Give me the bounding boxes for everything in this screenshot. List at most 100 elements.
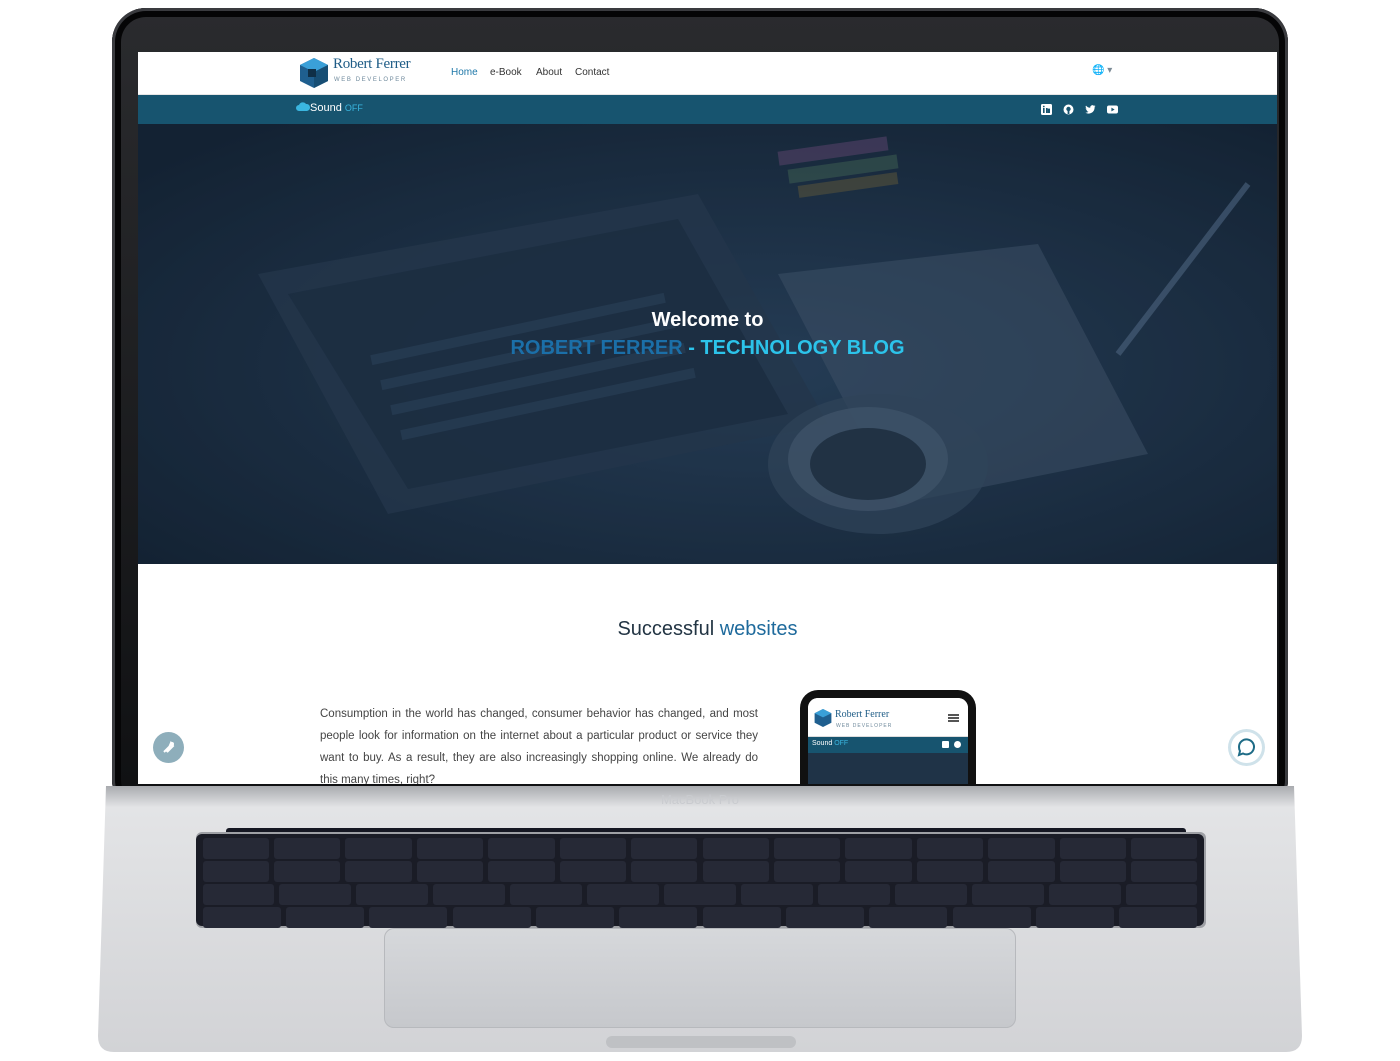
keyboard <box>196 834 1204 928</box>
keyboard-key <box>1059 838 1127 859</box>
phone-mockup: Robert Ferrer WEB DEVELOPER Sound OFF <box>800 690 976 784</box>
keyboard-key <box>1131 861 1198 882</box>
accessibility-button[interactable] <box>153 732 184 763</box>
keyboard-key <box>452 907 531 928</box>
keyboard-key <box>1131 838 1198 859</box>
keyboard-key <box>202 884 275 905</box>
keyboard-key <box>894 884 967 905</box>
keyboard-key <box>740 884 813 905</box>
keyboard-key <box>488 838 555 859</box>
keyboard-key <box>988 861 1055 882</box>
browser-screen: Robert Ferrer WEB DEVELOPER Home e-Book … <box>138 52 1277 784</box>
phone-github-icon <box>954 741 961 748</box>
phone-logo-icon <box>814 709 832 727</box>
phone-header: Robert Ferrer WEB DEVELOPER <box>808 698 968 737</box>
hero-name: ROBERT FERRER <box>510 337 683 359</box>
keyboard-key <box>1059 861 1127 882</box>
hero-banner: Welcome to ROBERT FERRER - TECHNOLOGY BL… <box>138 124 1277 564</box>
keyboard-key <box>773 861 841 882</box>
keyboard-key <box>845 861 912 882</box>
hero-subtitle: ROBERT FERRER - TECHNOLOGY BLOG <box>138 337 1277 360</box>
keyboard-key <box>631 838 698 859</box>
keyboard-key <box>202 838 269 859</box>
phone-sound-label: Sound <box>812 740 833 747</box>
nav-contact-link[interactable]: Contact <box>575 67 609 78</box>
phone-screen: Robert Ferrer WEB DEVELOPER Sound OFF <box>808 698 968 784</box>
rocket-icon <box>163 740 175 753</box>
top-navbar: Robert Ferrer WEB DEVELOPER Home e-Book … <box>138 52 1277 95</box>
keyboard-key <box>845 838 912 859</box>
chat-button[interactable] <box>1231 732 1262 763</box>
keyboard-key <box>952 907 1031 928</box>
logo-cube-icon[interactable] <box>299 57 329 89</box>
keyboard-key <box>433 884 506 905</box>
keyboard-key <box>916 838 984 859</box>
keyboard-key <box>369 907 448 928</box>
github-icon[interactable] <box>1063 104 1074 115</box>
keyboard-key <box>988 838 1055 859</box>
keyboard-key <box>916 861 984 882</box>
phone-sound-toggle: Sound OFF <box>812 740 848 747</box>
keyboard-key <box>702 838 769 859</box>
section-title: Successful websites <box>138 618 1277 641</box>
sub-toolbar: Sound OFF <box>138 95 1277 124</box>
keyboard-key <box>356 884 429 905</box>
youtube-icon[interactable] <box>1107 104 1118 115</box>
nav-about-link[interactable]: About <box>536 67 562 78</box>
keyboard-key <box>488 861 555 882</box>
keyboard-key <box>559 861 627 882</box>
phone-sound-state: OFF <box>834 740 849 747</box>
keyboard-key <box>345 838 412 859</box>
linkedin-icon[interactable] <box>1041 104 1052 115</box>
cloud-icon <box>296 102 311 111</box>
section-title-plain: Successful <box>617 618 720 640</box>
keyboard-key <box>587 884 660 905</box>
trackpad <box>384 928 1016 1028</box>
keyboard-key <box>535 907 615 928</box>
keyboard-key <box>971 884 1044 905</box>
logo-title[interactable]: Robert Ferrer <box>333 56 411 73</box>
keyboard-key <box>510 884 583 905</box>
sound-label: Sound <box>310 102 342 114</box>
keyboard-key <box>631 861 698 882</box>
hero-title: Welcome to <box>651 309 764 331</box>
sound-state: OFF <box>344 103 363 113</box>
keyboard-key <box>773 838 841 859</box>
section-paragraph: Consumption in the world has changed, co… <box>320 708 758 784</box>
keyboard-key <box>345 861 412 882</box>
hero-separator: - <box>682 337 701 359</box>
keyboard-key <box>1125 884 1198 905</box>
keyboard-key <box>702 861 769 882</box>
nav-ebook-link[interactable]: e-Book <box>490 67 522 78</box>
nav-home-link[interactable]: Home <box>451 67 478 78</box>
language-dropdown[interactable]: 🌐 ▾ <box>1092 65 1112 76</box>
hero-tagline: TECHNOLOGY BLOG <box>700 337 905 359</box>
keyboard-key <box>619 907 698 928</box>
keyboard-key <box>559 838 627 859</box>
phone-linkedin-icon <box>942 741 949 748</box>
keyboard-key <box>702 907 781 928</box>
keyboard-key <box>869 907 948 928</box>
phone-logo-subtitle: WEB DEVELOPER <box>836 723 893 729</box>
phone-logo-title: Robert Ferrer <box>835 709 890 720</box>
macbook-label: MacBook Pro <box>660 792 740 807</box>
phone-subbar: Sound OFF <box>808 737 968 753</box>
keyboard-key <box>817 884 890 905</box>
keyboard-key <box>1035 907 1115 928</box>
keyboard-key <box>273 838 341 859</box>
keyboard-key <box>285 907 365 928</box>
keyboard-key <box>279 884 352 905</box>
twitter-icon[interactable] <box>1085 104 1096 115</box>
sound-toggle[interactable]: Sound OFF <box>296 102 363 114</box>
keyboard-key <box>1048 884 1121 905</box>
phone-hero <box>808 753 968 784</box>
keyboard-key <box>202 907 281 928</box>
keyboard-key <box>1119 907 1198 928</box>
keyboard-key <box>202 861 269 882</box>
section-title-highlight: websites <box>719 618 798 640</box>
keyboard-key <box>664 884 736 905</box>
keyboard-key <box>416 861 484 882</box>
chat-bubble-icon <box>1237 738 1255 757</box>
keyboard-key <box>416 838 484 859</box>
keyboard-key <box>273 861 341 882</box>
